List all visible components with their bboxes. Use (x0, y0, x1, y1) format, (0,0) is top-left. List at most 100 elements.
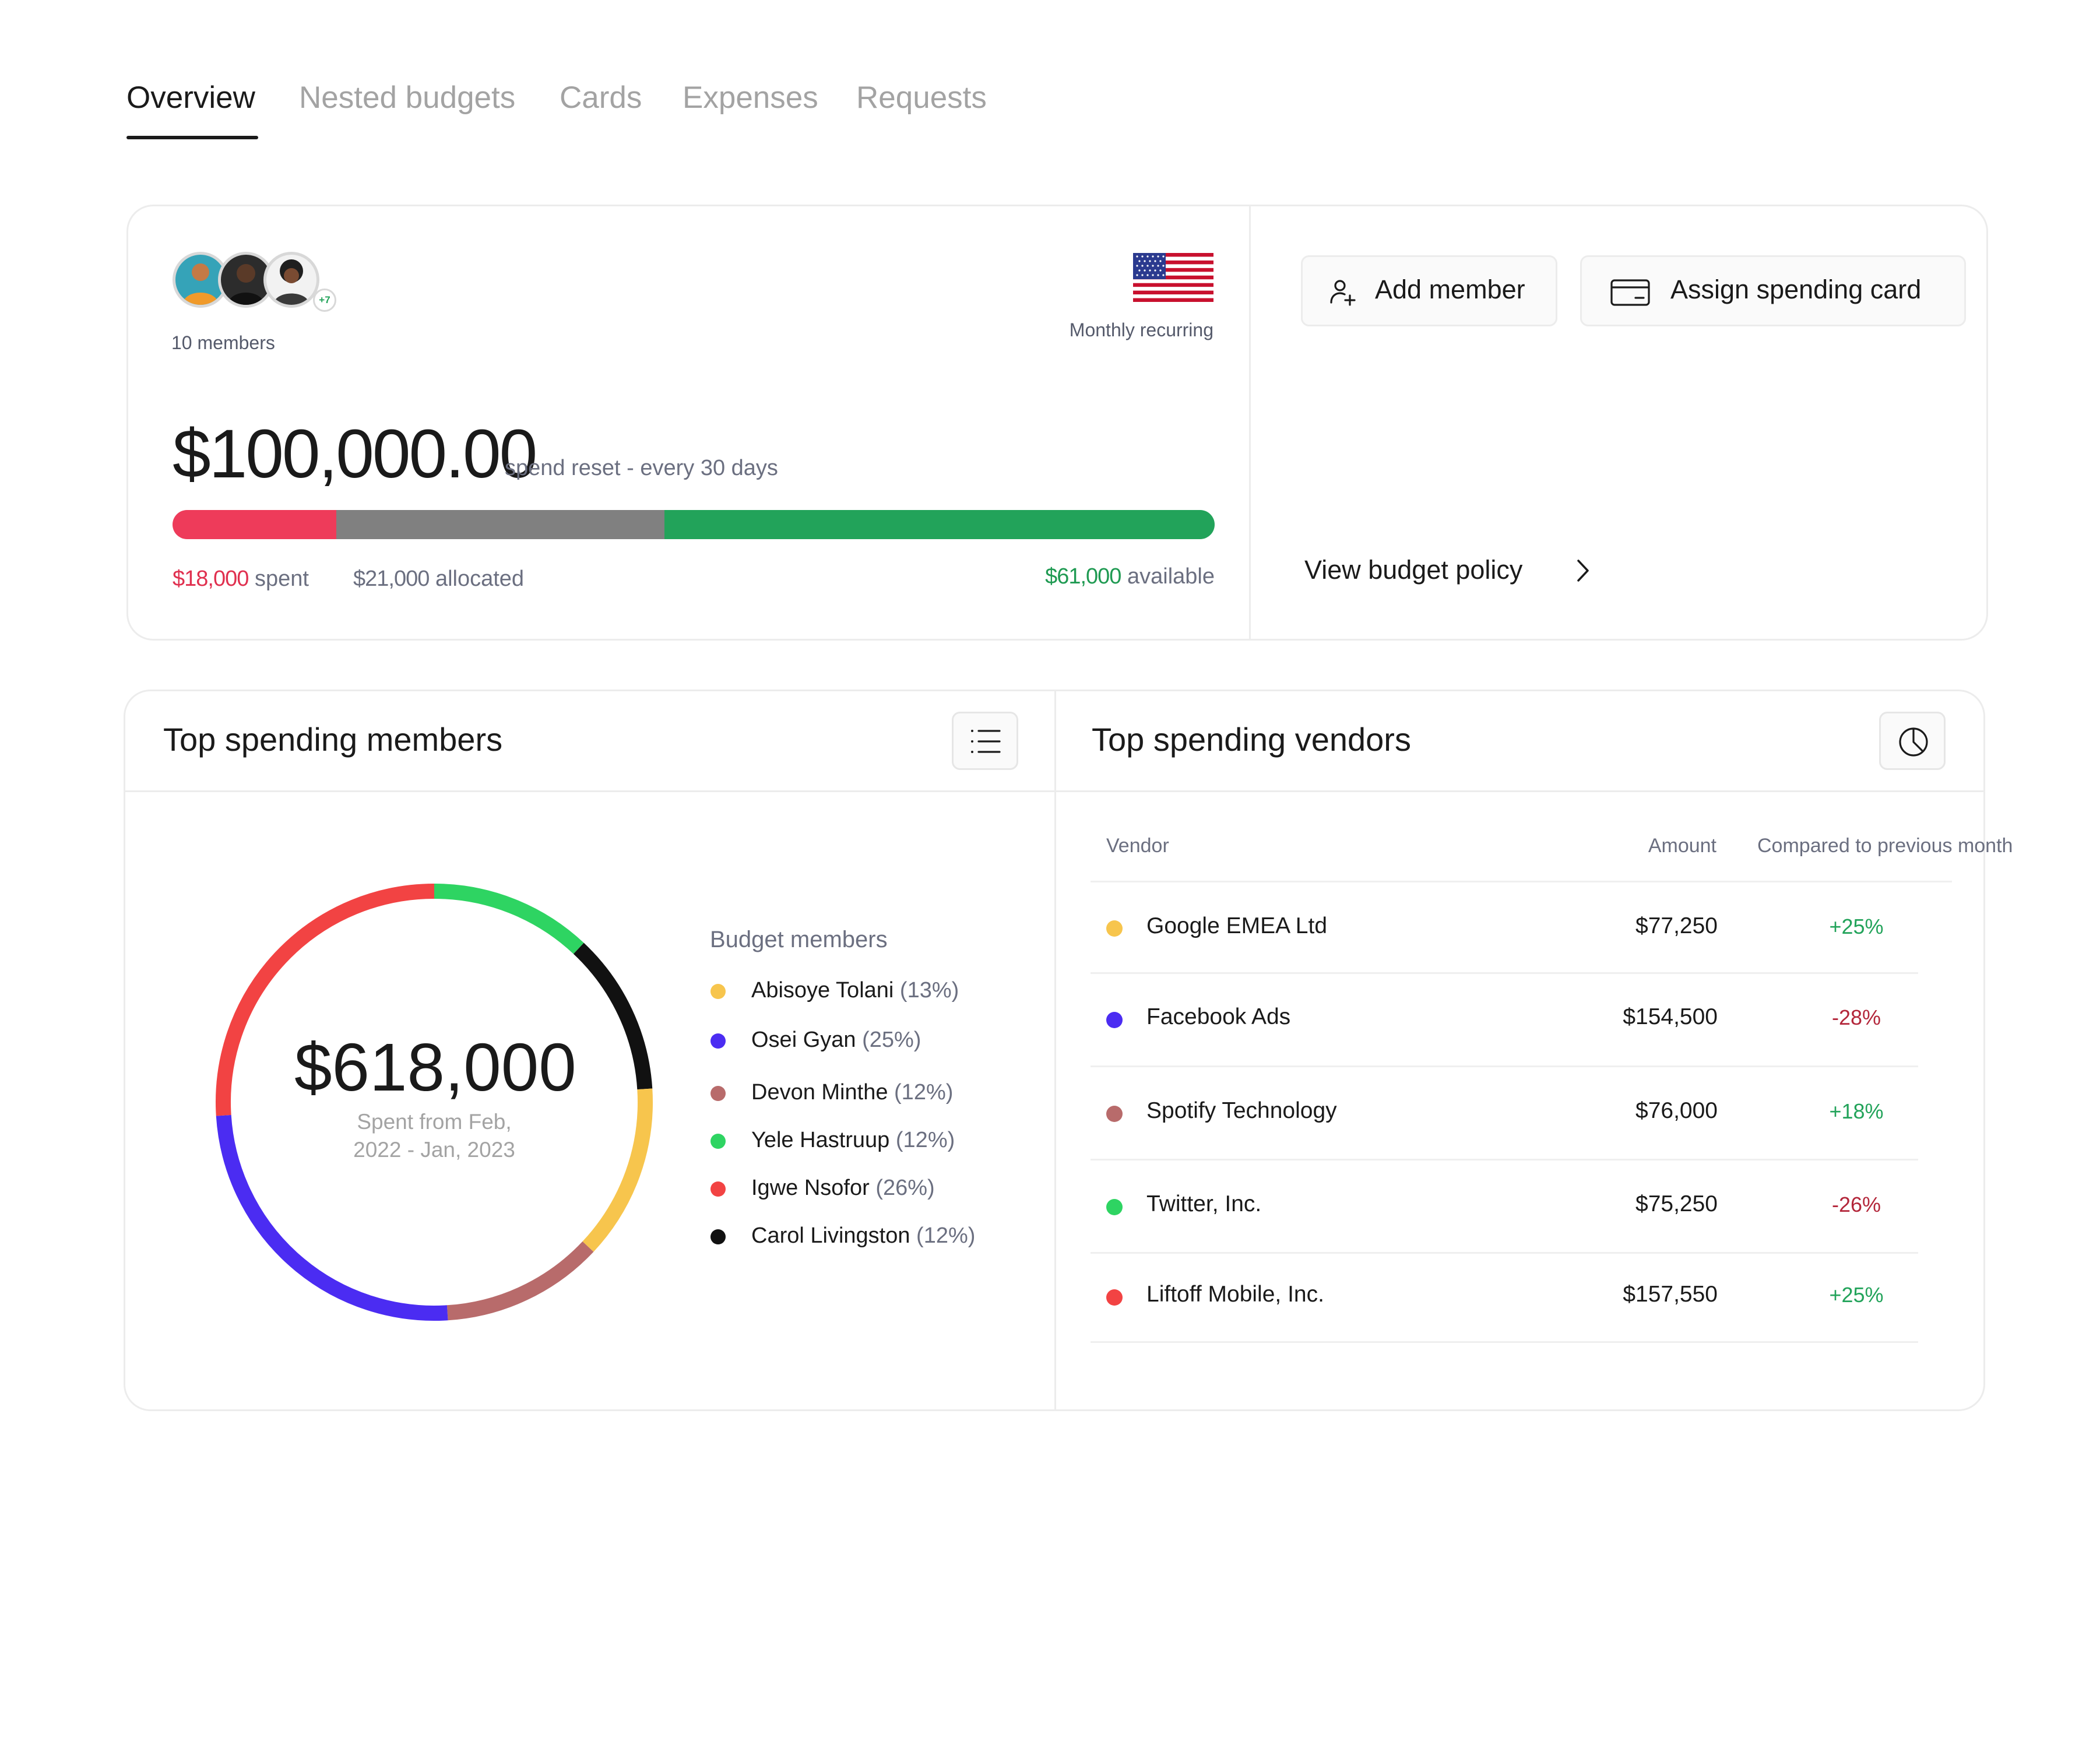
legend-dot (710, 1181, 726, 1197)
panel-divider (1054, 691, 1056, 1409)
vendor-name: Facebook Ads (1146, 1004, 1291, 1029)
list-icon (969, 726, 1002, 757)
donut-slice-devon-minthe[interactable] (446, 1241, 594, 1321)
table-row[interactable]: Spotify Technology $76,000 +18% (1091, 1067, 1918, 1160)
spent-amount: $18,000 (173, 567, 249, 591)
tab-nested-budgets[interactable]: Nested budgets (299, 75, 515, 121)
assign-spending-card-button[interactable]: Assign spending card (1580, 255, 1966, 326)
extra-members-badge: +7 (313, 289, 336, 312)
compare-column-header: Compared to previous month (1757, 835, 2013, 857)
spending-panels-card: Top spending members $618,000 Spent from… (124, 690, 2013, 1411)
vendor-name: Google EMEA Ltd (1146, 913, 1328, 938)
table-row[interactable]: Twitter, Inc. $75,250 -26% (1091, 1160, 1918, 1254)
add-member-button[interactable]: Add member (1301, 255, 1557, 326)
available-summary-text: $61,000 available (944, 564, 1215, 589)
legend-title: Budget members (710, 927, 888, 952)
legend-dot (710, 1033, 726, 1049)
pie-chart-icon (1898, 726, 1929, 758)
vendor-amount: $75,250 (1635, 1191, 1718, 1216)
vendors-panel-title: Top spending vendors (1092, 721, 1411, 758)
chart-view-button[interactable] (1879, 712, 1946, 770)
legend-label: Yele Hastruup (12%) (751, 1123, 955, 1158)
table-row[interactable]: Facebook Ads $154,500 -28% (1091, 974, 1918, 1067)
legend-dot (710, 1134, 726, 1149)
vendors-table: Google EMEA Ltd $77,250 +25% Facebook Ad… (1091, 881, 1952, 1755)
donut-subtitle-line1: Spent from Feb, (357, 1110, 512, 1134)
assign-card-label: Assign spending card (1670, 275, 1922, 304)
donut-total: $618,000 (294, 1029, 576, 1105)
legend-dot (710, 1086, 726, 1101)
list-view-button[interactable] (952, 712, 1018, 770)
allocated-summary: $21,000 allocated (353, 567, 524, 592)
donut-slice-yele-hastruup[interactable] (434, 884, 584, 954)
vendor-dot (1106, 920, 1123, 937)
vendor-dot (1106, 1106, 1123, 1122)
budget-summary-card: +7 10 members Monthly recurring $100,000… (126, 205, 1988, 641)
vendor-change: -28% (1831, 1005, 1881, 1029)
spent-label: spent (254, 567, 309, 591)
vendor-change: -26% (1831, 1193, 1881, 1216)
member-name: Yele Hastruup (751, 1128, 890, 1152)
spent-summary: $18,000 spent (173, 567, 309, 592)
recurring-label: Monthly recurring (1069, 319, 1213, 340)
vendor-change: +25% (1829, 1283, 1884, 1307)
member-avatar[interactable] (263, 252, 319, 308)
legend-label: Osei Gyan (25%) (751, 1022, 921, 1057)
available-label: available (1127, 564, 1215, 589)
allocated-label: allocated (435, 567, 525, 591)
panel-header-divider (125, 790, 1983, 792)
row-divider (1091, 1341, 1918, 1343)
member-pct: (26%) (875, 1176, 935, 1200)
legend-label: Devon Minthe (12%) (751, 1075, 953, 1110)
tab-overview[interactable]: Overview (126, 75, 255, 121)
member-pct: (12%) (916, 1223, 976, 1248)
us-flag-icon (1133, 253, 1213, 302)
allocated-amount: $21,000 (353, 567, 430, 591)
legend-label: Carol Livingston (12%) (751, 1218, 975, 1253)
amount-column-header: Amount (1648, 835, 1716, 857)
member-pct: (13%) (899, 978, 959, 1003)
legend-label: Abisoye Tolani (13%) (751, 973, 959, 1008)
tab-expenses[interactable]: Expenses (683, 75, 818, 121)
card-divider (1249, 206, 1251, 639)
table-row[interactable]: Liftoff Mobile, Inc. $157,550 +25% (1091, 1254, 1918, 1344)
member-name: Igwe Nsofor (751, 1176, 870, 1200)
member-name: Osei Gyan (751, 1028, 856, 1052)
donut-subtitle: Spent from Feb, 2022 - Jan, 2023 (294, 1108, 574, 1164)
vendor-name: Spotify Technology (1146, 1098, 1337, 1123)
member-name: Abisoye Tolani (751, 978, 894, 1003)
member-pct: (12%) (894, 1080, 954, 1105)
tab-cards[interactable]: Cards (560, 75, 642, 121)
add-member-label: Add member (1375, 275, 1525, 304)
budget-total: $100,000.00 (173, 416, 537, 493)
add-user-icon (1328, 278, 1357, 307)
donut-subtitle-line2: 2022 - Jan, 2023 (353, 1138, 515, 1162)
vendor-name: Liftoff Mobile, Inc. (1146, 1282, 1324, 1307)
active-tab-indicator (126, 136, 258, 139)
vendor-amount: $76,000 (1635, 1098, 1718, 1123)
tab-requests[interactable]: Requests (856, 75, 987, 121)
legend-dot (710, 1229, 726, 1244)
members-count: 10 members (171, 332, 275, 353)
vendor-column-header: Vendor (1106, 835, 1169, 857)
member-name: Devon Minthe (751, 1080, 888, 1105)
chevron-right-icon (1571, 556, 1595, 585)
vendor-change: +25% (1829, 915, 1884, 938)
legend-dot (710, 984, 726, 999)
donut-slice-carol-livingston[interactable] (573, 942, 653, 1090)
vendor-change: +18% (1829, 1099, 1884, 1123)
credit-card-icon (1610, 278, 1651, 307)
members-legend: Abisoye Tolani (13%) Osei Gyan (25%) Dev… (710, 973, 1037, 1264)
vendor-dot (1106, 1012, 1123, 1028)
donut-slice-abisoye-tolani[interactable] (582, 1088, 653, 1252)
member-pct: (12%) (895, 1128, 955, 1152)
progress-allocated-segment (336, 510, 664, 539)
reset-label: spend reset - every 30 days (505, 456, 778, 480)
view-budget-policy-link[interactable]: View budget policy (1304, 550, 1631, 591)
table-row[interactable]: Google EMEA Ltd $77,250 +25% (1091, 881, 1918, 974)
vendor-amount: $157,550 (1623, 1282, 1718, 1307)
available-amount: $61,000 (1045, 564, 1121, 589)
vendor-dot (1106, 1199, 1123, 1215)
vendor-amount: $154,500 (1623, 1004, 1718, 1029)
view-policy-label: View budget policy (1304, 555, 1523, 585)
